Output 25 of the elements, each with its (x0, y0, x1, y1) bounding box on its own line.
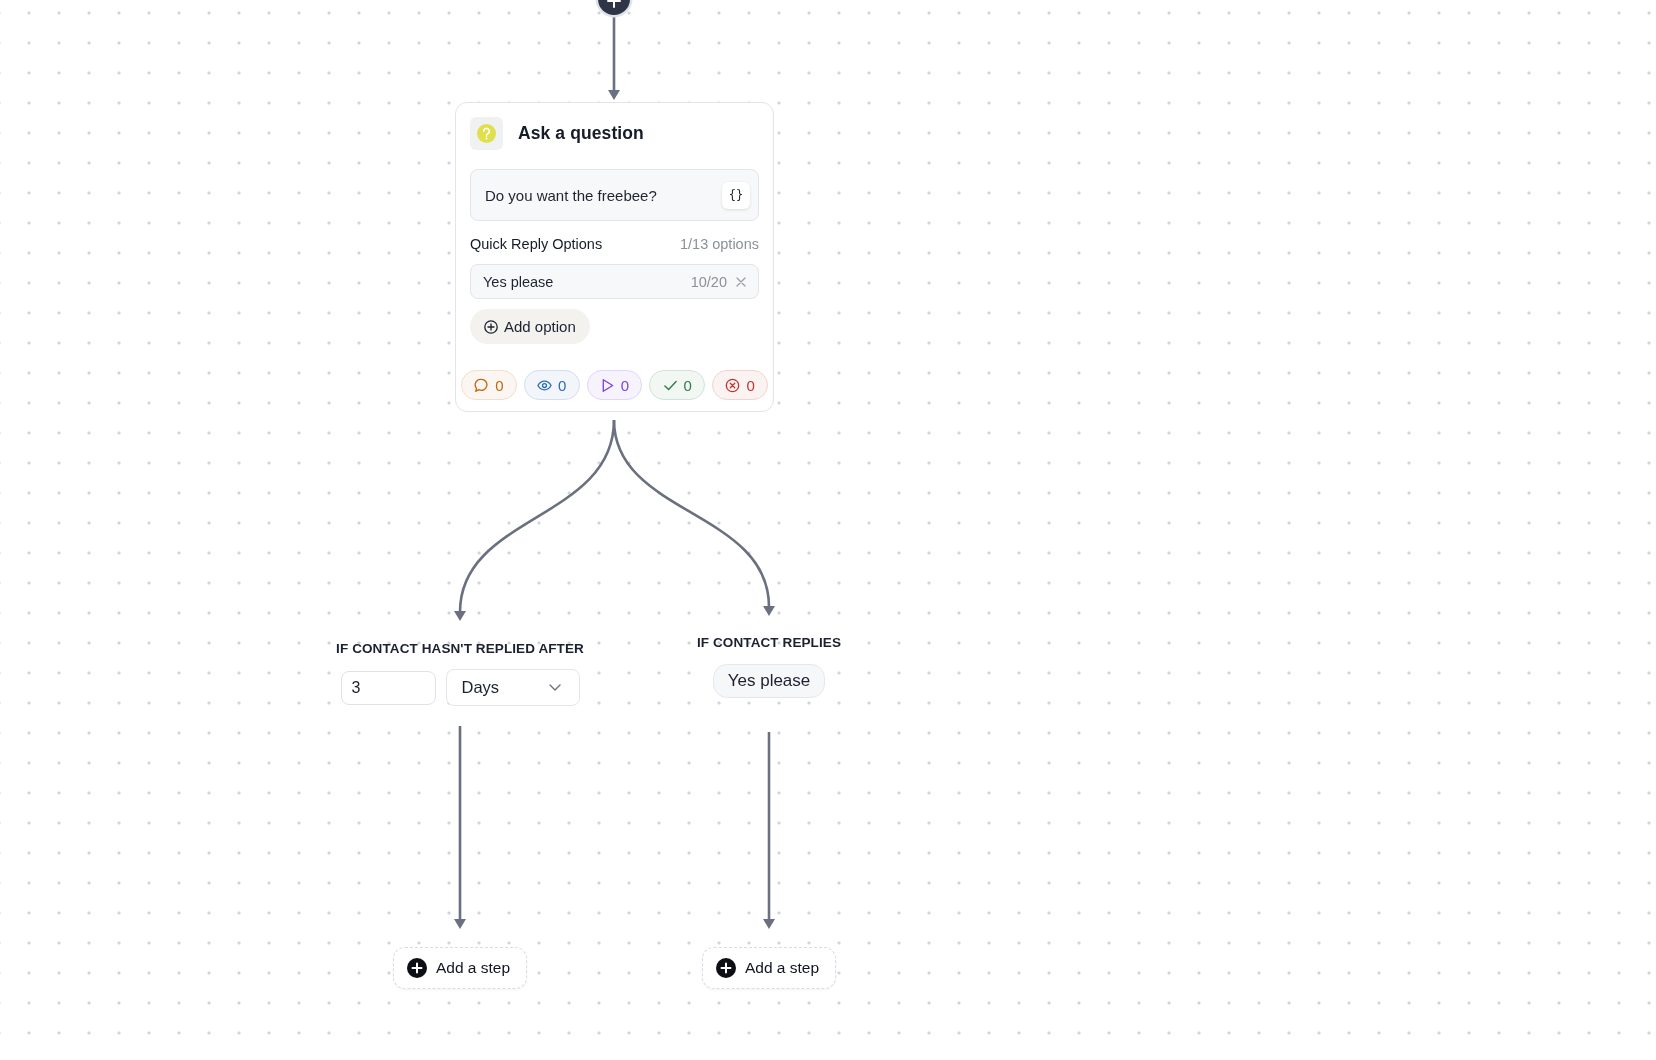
section-label: Quick Reply Options (470, 235, 603, 253)
unit-select[interactable]: Days (445, 669, 580, 706)
stat-count: 0 (620, 376, 630, 394)
stat-count: 0 (683, 376, 692, 394)
add-option-button[interactable]: Add option (470, 309, 590, 344)
add-step-button[interactable]: Add a step (701, 947, 837, 989)
stat-count: 0 (746, 376, 755, 394)
options-count: 1/13 options (680, 235, 759, 253)
number-field[interactable]: 3 (340, 670, 436, 705)
stat-count: 0 (495, 376, 504, 394)
plus-circle-icon (484, 319, 498, 334)
plus-circle-icon (715, 958, 736, 978)
chevron-down-icon (548, 684, 561, 691)
character-count: 10/20 (690, 273, 727, 290)
question-icon (470, 117, 503, 150)
message-field[interactable]: Do you want the freebee? {} (470, 169, 759, 221)
branch-label: IF CONTACT REPLIES (696, 635, 842, 651)
branch-label: IF CONTACT HASN'T REPLIED AFTER (336, 641, 584, 657)
step-title: Ask a question (518, 123, 644, 144)
variable-button[interactable]: {} (722, 181, 750, 209)
stat-count: 0 (558, 376, 567, 394)
add-step-button[interactable]: Add a step (392, 947, 528, 989)
plus-circle-icon (406, 958, 427, 978)
option-field[interactable]: Yes please 10/20 (470, 264, 759, 299)
reply-chip: Yes please (712, 664, 826, 698)
